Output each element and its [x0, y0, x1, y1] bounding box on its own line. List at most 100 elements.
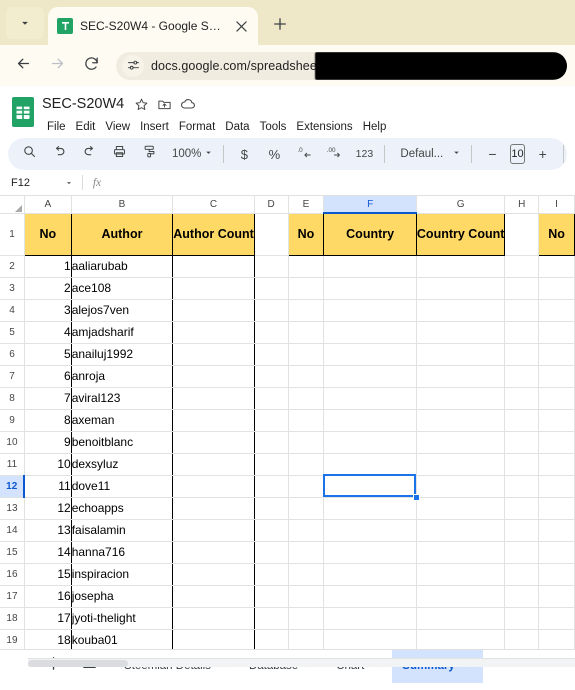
- font-size-input[interactable]: 10: [510, 144, 525, 164]
- cell-G16[interactable]: [416, 563, 506, 586]
- cell-F17[interactable]: [323, 585, 417, 608]
- cell-H10[interactable]: [504, 431, 540, 454]
- cell-D6[interactable]: [254, 343, 289, 366]
- cell-I18[interactable]: [538, 607, 575, 630]
- cell-H19[interactable]: [504, 629, 540, 649]
- scrollbar-thumb[interactable]: [28, 660, 128, 667]
- cell-I1[interactable]: No: [538, 212, 575, 256]
- cell-B10[interactable]: benoitblanc: [71, 431, 174, 454]
- row-header-6[interactable]: 6: [0, 343, 25, 366]
- cell-G6[interactable]: [416, 343, 506, 366]
- row-header-14[interactable]: 14: [0, 519, 25, 542]
- cell-A5[interactable]: 4: [23, 321, 72, 344]
- menu-format[interactable]: Format: [174, 119, 220, 135]
- cell-E17[interactable]: [288, 585, 325, 608]
- tune-icon[interactable]: [122, 54, 144, 77]
- cell-B9[interactable]: axeman: [71, 409, 174, 432]
- column-header-b[interactable]: B: [71, 196, 174, 214]
- spreadsheet-grid[interactable]: A B C D E F G H I 1 No Author Author Cou…: [0, 196, 575, 649]
- cell-A9[interactable]: 8: [23, 409, 72, 432]
- cell-G15[interactable]: [416, 541, 506, 564]
- cell-H15[interactable]: [504, 541, 540, 564]
- cell-B16[interactable]: inspiracion: [71, 563, 174, 586]
- cell-F7[interactable]: [323, 365, 417, 388]
- cloud-saved-icon[interactable]: [179, 96, 196, 113]
- decrease-font-size-button[interactable]: −: [479, 141, 505, 167]
- cell-D11[interactable]: [254, 453, 289, 476]
- cell-A6[interactable]: 5: [23, 343, 72, 366]
- cell-F10[interactable]: [323, 431, 417, 454]
- horizontal-scrollbar[interactable]: [28, 658, 575, 667]
- cell-I2[interactable]: [538, 255, 575, 278]
- menu-extensions[interactable]: Extensions: [291, 119, 357, 135]
- cell-A8[interactable]: 7: [23, 387, 72, 410]
- browser-tab-active[interactable]: SEC-S20W4 - Google Sheets: [48, 7, 258, 45]
- row-header-1[interactable]: 1: [0, 213, 25, 256]
- row-header-10[interactable]: 10: [0, 431, 25, 454]
- cell-B3[interactable]: ace108: [71, 277, 174, 300]
- row-header-7[interactable]: 7: [0, 365, 25, 388]
- cell-D15[interactable]: [254, 541, 289, 564]
- column-header-d[interactable]: D: [254, 196, 289, 214]
- google-sheets-logo[interactable]: [10, 95, 36, 129]
- menu-help[interactable]: Help: [358, 119, 392, 135]
- row-header-16[interactable]: 16: [0, 563, 25, 586]
- decrease-decimal-button[interactable]: .0: [291, 141, 317, 167]
- cell-D8[interactable]: [254, 387, 289, 410]
- cell-C7[interactable]: [172, 365, 255, 388]
- cell-D12[interactable]: [254, 475, 289, 498]
- star-icon[interactable]: [133, 96, 150, 113]
- cell-C1[interactable]: Author Count: [172, 212, 255, 256]
- cell-F1[interactable]: Country: [323, 212, 417, 256]
- cell-A10[interactable]: 9: [23, 431, 72, 454]
- cell-I8[interactable]: [538, 387, 575, 410]
- column-header-c[interactable]: C: [172, 196, 255, 214]
- cell-C15[interactable]: [172, 541, 255, 564]
- cell-I14[interactable]: [538, 519, 575, 542]
- page-title[interactable]: SEC-S20W4: [42, 96, 124, 112]
- cell-B5[interactable]: amjadsharif: [71, 321, 174, 344]
- cell-A2[interactable]: 1: [23, 255, 72, 278]
- cell-G7[interactable]: [416, 365, 506, 388]
- name-box[interactable]: F12: [0, 170, 82, 196]
- column-header-g[interactable]: G: [416, 196, 506, 214]
- row-header-19[interactable]: 19: [0, 629, 25, 649]
- row-header-18[interactable]: 18: [0, 607, 25, 630]
- cell-A16[interactable]: 15: [23, 563, 72, 586]
- cell-D16[interactable]: [254, 563, 289, 586]
- cell-G10[interactable]: [416, 431, 506, 454]
- format-currency-button[interactable]: $: [231, 141, 257, 167]
- cell-A13[interactable]: 12: [23, 497, 72, 520]
- paint-format-button[interactable]: [136, 141, 162, 167]
- cell-I10[interactable]: [538, 431, 575, 454]
- cell-E6[interactable]: [288, 343, 325, 366]
- search-button[interactable]: [16, 141, 42, 167]
- column-header-i[interactable]: I: [538, 196, 575, 214]
- cell-G14[interactable]: [416, 519, 506, 542]
- cell-I9[interactable]: [538, 409, 575, 432]
- menu-edit[interactable]: Edit: [71, 119, 101, 135]
- cell-G2[interactable]: [416, 255, 506, 278]
- row-header-8[interactable]: 8: [0, 387, 25, 410]
- menu-tools[interactable]: Tools: [255, 119, 292, 135]
- row-header-15[interactable]: 15: [0, 541, 25, 564]
- cell-G9[interactable]: [416, 409, 506, 432]
- cell-G13[interactable]: [416, 497, 506, 520]
- cell-I5[interactable]: [538, 321, 575, 344]
- cell-E7[interactable]: [288, 365, 325, 388]
- cell-G19[interactable]: [416, 629, 506, 649]
- cell-D9[interactable]: [254, 409, 289, 432]
- cell-A18[interactable]: 17: [23, 607, 72, 630]
- cell-B15[interactable]: hanna716: [71, 541, 174, 564]
- cell-E9[interactable]: [288, 409, 325, 432]
- cell-F12[interactable]: [323, 475, 417, 498]
- cell-D1[interactable]: [254, 213, 289, 256]
- cell-D3[interactable]: [254, 277, 289, 300]
- cell-F19[interactable]: [323, 629, 417, 649]
- cell-H9[interactable]: [504, 409, 540, 432]
- cell-H18[interactable]: [504, 607, 540, 630]
- tab-search-button[interactable]: [6, 7, 44, 39]
- cell-E19[interactable]: [288, 629, 325, 649]
- cell-E8[interactable]: [288, 387, 325, 410]
- cell-C12[interactable]: [172, 475, 255, 498]
